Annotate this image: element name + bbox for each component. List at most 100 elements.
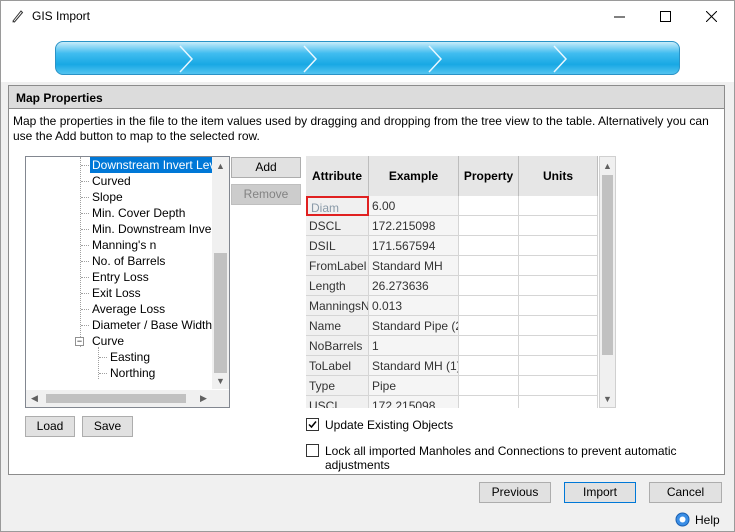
column-header-attribute[interactable]: Attribute (306, 156, 369, 196)
row-property-cell[interactable] (459, 256, 519, 276)
tree-item[interactable]: Easting (108, 349, 152, 365)
row-property-cell[interactable] (459, 376, 519, 396)
tree-item[interactable]: Slope (90, 189, 125, 205)
row-units-cell[interactable] (519, 376, 598, 396)
row-property-cell[interactable] (459, 236, 519, 256)
row-example-cell: Standard MH (369, 256, 459, 276)
scroll-right-icon[interactable]: ▶ (195, 390, 212, 407)
tree-vertical-scrollbar[interactable]: ▲ ▼ (212, 157, 229, 389)
scroll-up-icon[interactable]: ▲ (600, 157, 615, 174)
update-existing-label[interactable]: Update Existing Objects (325, 418, 453, 432)
tree-line (80, 157, 81, 347)
tree-item[interactable]: Min. Downstream Invert L (90, 221, 229, 237)
tree-item[interactable]: Average Loss (90, 301, 167, 317)
row-example-cell: Standard Pipe (2) (369, 316, 459, 336)
row-property-cell[interactable] (459, 216, 519, 236)
tree-connector (81, 277, 89, 278)
tree-connector (81, 181, 89, 182)
help-label[interactable]: Help (695, 513, 720, 527)
row-property-cell[interactable] (459, 316, 519, 336)
tree-item[interactable]: Downstream Invert Level (90, 157, 227, 173)
row-units-cell[interactable] (519, 276, 598, 296)
row-units-cell[interactable] (519, 296, 598, 316)
step-chevron-icon (179, 45, 194, 73)
row-attribute-cell[interactable]: ToLabel (306, 356, 369, 376)
tree-item[interactable]: Northing (108, 365, 157, 381)
minimize-button[interactable] (596, 1, 642, 32)
row-units-cell[interactable] (519, 396, 598, 408)
tree-connector (81, 229, 89, 230)
cancel-button[interactable]: Cancel (649, 482, 722, 503)
scroll-thumb[interactable] (214, 253, 227, 373)
tree-connector (81, 213, 89, 214)
row-attribute-cell[interactable]: DSCL (306, 216, 369, 236)
column-header-property[interactable]: Property (459, 156, 519, 196)
row-units-cell[interactable] (519, 316, 598, 336)
tree-item[interactable]: Min. Cover Depth (90, 205, 187, 221)
scroll-thumb[interactable] (46, 394, 186, 403)
row-attribute-cell[interactable]: ManningsN (306, 296, 369, 316)
row-attribute-cell[interactable]: FromLabel (306, 256, 369, 276)
tree-connector (81, 293, 89, 294)
row-attribute-cell[interactable]: DSIL (306, 236, 369, 256)
panel-header: Map Properties (9, 86, 724, 109)
column-header-units[interactable]: Units (519, 156, 598, 196)
lock-all-checkbox[interactable] (306, 444, 319, 457)
tree-item[interactable]: Curved (90, 173, 133, 189)
remove-button[interactable]: Remove (231, 184, 301, 205)
row-property-cell[interactable] (459, 196, 519, 216)
previous-button[interactable]: Previous (479, 482, 551, 503)
save-button[interactable]: Save (82, 416, 133, 437)
tree-horizontal-scrollbar[interactable]: ◀ ▶ (26, 390, 212, 407)
import-button[interactable]: Import (564, 482, 636, 503)
map-properties-panel: Map Properties Map the properties in the… (8, 85, 725, 475)
scroll-thumb[interactable] (602, 175, 613, 355)
load-button[interactable]: Load (25, 416, 75, 437)
tree-item[interactable]: Exit Loss (90, 285, 143, 301)
row-example-cell: 6.00 (369, 196, 459, 216)
row-units-cell[interactable] (519, 356, 598, 376)
row-attribute-cell[interactable]: Diam (306, 196, 369, 216)
row-property-cell[interactable] (459, 296, 519, 316)
column-header-example[interactable]: Example (369, 156, 459, 196)
window-title: GIS Import (32, 9, 91, 23)
row-attribute-cell[interactable]: USCL (306, 396, 369, 408)
tree-item[interactable]: Manning's n (90, 237, 158, 253)
row-attribute-cell[interactable]: Name (306, 316, 369, 336)
row-units-cell[interactable] (519, 336, 598, 356)
scroll-down-icon[interactable]: ▼ (600, 390, 615, 407)
row-example-cell: Standard MH (1) (369, 356, 459, 376)
row-units-cell[interactable] (519, 236, 598, 256)
row-attribute-cell[interactable]: Length (306, 276, 369, 296)
scroll-left-icon[interactable]: ◀ (26, 390, 43, 407)
scroll-up-icon[interactable]: ▲ (212, 157, 229, 174)
row-attribute-cell[interactable]: NoBarrels (306, 336, 369, 356)
row-attribute-cell[interactable]: Type (306, 376, 369, 396)
tree-item[interactable]: Diameter / Base Width (90, 317, 214, 333)
tree-item[interactable]: Entry Loss (90, 269, 151, 285)
row-property-cell[interactable] (459, 336, 519, 356)
pen-icon (12, 10, 24, 23)
table-vertical-scrollbar[interactable]: ▲ ▼ (599, 156, 616, 408)
lock-all-label[interactable]: Lock all imported Manholes and Connectio… (325, 444, 724, 472)
attribute-tree-view[interactable]: Downstream Invert Level Curved Slope Min… (25, 156, 230, 408)
row-property-cell[interactable] (459, 356, 519, 376)
row-units-cell[interactable] (519, 196, 598, 216)
row-property-cell[interactable] (459, 276, 519, 296)
maximize-button[interactable] (642, 1, 688, 32)
scroll-down-icon[interactable]: ▼ (212, 372, 229, 389)
title-bar: GIS Import (1, 1, 734, 32)
row-property-cell[interactable] (459, 396, 519, 408)
scroll-corner (212, 390, 229, 407)
tree-item[interactable]: No. of Barrels (90, 253, 167, 269)
tree-expander-icon[interactable]: − (75, 337, 84, 346)
update-existing-checkbox[interactable] (306, 418, 319, 431)
add-button[interactable]: Add (231, 157, 301, 178)
tree-item[interactable]: Curve (90, 333, 126, 349)
close-button[interactable] (688, 1, 734, 32)
row-example-cell: 171.567594 (369, 236, 459, 256)
row-units-cell[interactable] (519, 216, 598, 236)
step-chevron-icon (553, 45, 568, 73)
row-units-cell[interactable] (519, 256, 598, 276)
mapping-table[interactable]: Attribute Example Property Units Diam 6.… (306, 156, 598, 408)
